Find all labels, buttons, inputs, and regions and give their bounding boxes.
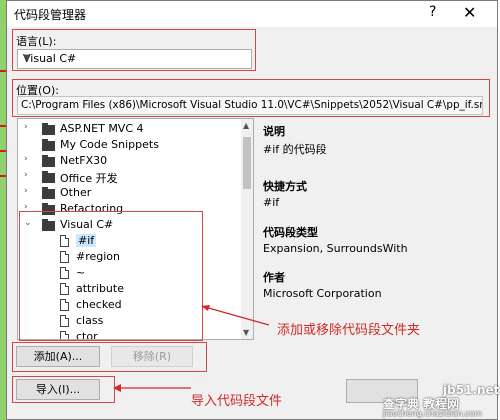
help-button[interactable]: ? (429, 4, 436, 20)
chevron-right-icon[interactable]: › (24, 186, 34, 196)
folder-icon (42, 171, 55, 183)
folder-note-arrow (201, 305, 270, 326)
folder-icon (42, 123, 55, 135)
shortcut-value: #if (263, 196, 280, 209)
snippet-manager-dialog: 代码段管理器 ? ✕ 语言(L): Visual C# ▼ 位置(O): C:\… (6, 0, 499, 420)
snippet-type-value: Expansion, SurroundsWith (263, 242, 408, 255)
tree-item-label: Office 开发 (60, 172, 118, 185)
language-label: 语言(L): (16, 35, 57, 48)
description-heading: 说明 (263, 125, 285, 138)
author-heading: 作者 (263, 271, 285, 284)
tree-item-label: Other (60, 186, 92, 199)
language-select[interactable]: Visual C# ▼ (17, 49, 252, 69)
description-value: #if 的代码段 (263, 143, 327, 156)
import-note-text: 导入代码段文件 (191, 394, 283, 409)
title-bar: 代码段管理器 ? ✕ (7, 1, 497, 27)
folder-note-text: 添加或移除代码段文件夹 (277, 323, 421, 338)
author-value: Microsoft Corporation (263, 287, 382, 300)
add-folder-button[interactable]: 添加(A)... (16, 346, 100, 367)
folder-icon (42, 139, 55, 151)
scroll-up-icon[interactable]: ▲ (243, 121, 249, 130)
folder-icon (42, 187, 55, 199)
snippet-type-heading: 代码段类型 (263, 226, 318, 239)
watermark: jb51.net 查字典 教程网 jiaocheng.chazidian.com (383, 383, 499, 419)
tree-item-label: NetFX30 (60, 154, 108, 167)
import-button[interactable]: 导入(I)... (16, 379, 100, 400)
remove-folder-button[interactable]: 移除(R) (111, 346, 193, 367)
snippet-list-highlight-box (19, 211, 203, 341)
tree-item-label: My Code Snippets (60, 138, 159, 151)
scrollbar-thumb[interactable] (243, 137, 251, 189)
chevron-right-icon[interactable]: › (24, 170, 34, 180)
chevron-right-icon[interactable]: › (24, 154, 34, 164)
shortcut-heading: 快捷方式 (263, 180, 307, 193)
watermark-line2: jiaocheng.chazidian.com (383, 409, 483, 418)
dialog-title: 代码段管理器 (14, 8, 87, 22)
tree-item-label: ASP.NET MVC 4 (60, 122, 144, 135)
chevron-right-icon[interactable]: › (24, 122, 34, 132)
location-path-field[interactable]: C:\Program Files (x86)\Microsoft Visual … (17, 96, 483, 115)
import-note-arrow (113, 384, 191, 392)
close-button[interactable]: ✕ (463, 3, 476, 22)
location-path: C:\Program Files (x86)\Microsoft Visual … (21, 99, 483, 111)
chevron-down-icon: ▼ (23, 53, 31, 64)
folder-icon (42, 155, 55, 167)
